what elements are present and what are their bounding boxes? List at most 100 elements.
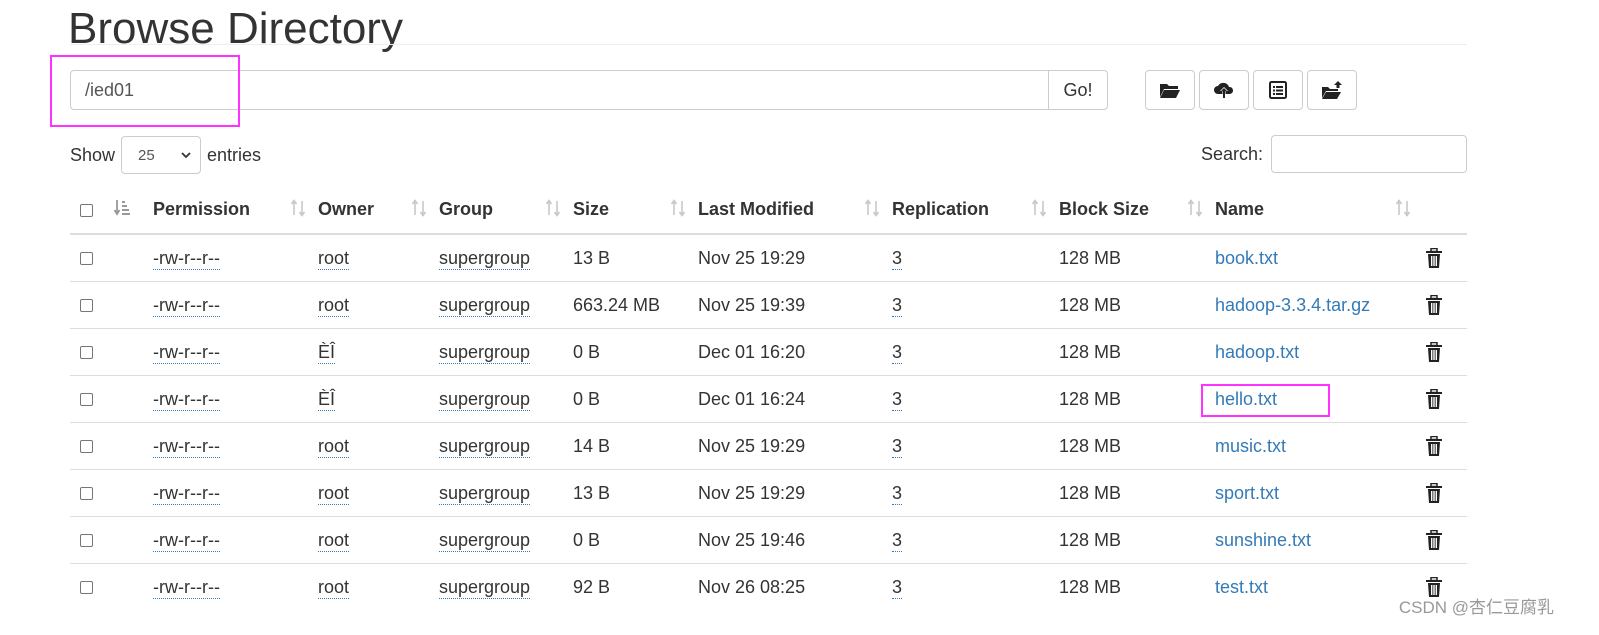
replication-value[interactable]: 3 [892, 388, 903, 411]
permission-value[interactable]: -rw-r--r-- [153, 247, 220, 270]
search-label: Search: [1200, 143, 1263, 164]
permission-value[interactable]: -rw-r--r-- [153, 529, 220, 552]
owner-value[interactable]: root [318, 482, 350, 505]
row-checkbox[interactable] [80, 346, 93, 360]
permission-value[interactable]: -rw-r--r-- [153, 576, 220, 599]
move-button[interactable] [1307, 70, 1357, 110]
file-name-link[interactable]: hadoop-3.3.4.tar.gz [1215, 295, 1370, 315]
header-permission[interactable]: Permission [153, 186, 318, 235]
select-all-checkbox[interactable] [80, 203, 93, 217]
group-value[interactable]: supergroup [439, 388, 531, 411]
permission-cell: -rw-r--r-- [153, 281, 318, 329]
permission-value[interactable]: -rw-r--r-- [153, 435, 220, 458]
replication-value[interactable]: 3 [892, 341, 903, 364]
replication-value[interactable]: 3 [892, 247, 903, 270]
replication-value[interactable]: 3 [892, 576, 903, 599]
header-name-label: Name [1215, 199, 1265, 219]
delete-button[interactable] [1423, 388, 1467, 410]
trash-icon [1426, 388, 1442, 409]
group-value[interactable]: supergroup [439, 482, 531, 505]
file-name-link[interactable]: sport.txt [1215, 483, 1279, 503]
entries-select[interactable]: 25 [121, 136, 202, 174]
owner-value[interactable]: root [318, 576, 350, 599]
header-owner[interactable]: Owner [318, 186, 439, 235]
table-row: -rw-r--r-- root supergroup 13 B Nov 25 19:29… [70, 469, 1467, 517]
header-last-modified-label: Last Modified [698, 199, 814, 219]
header-last-modified[interactable]: Last Modified [698, 186, 892, 235]
delete-button[interactable] [1423, 294, 1467, 316]
size-cell: 13 B [573, 469, 698, 517]
modified-cell: Dec 01 16:20 [698, 328, 892, 376]
group-value[interactable]: supergroup [439, 529, 531, 552]
row-checkbox[interactable] [80, 252, 93, 266]
group-value[interactable]: supergroup [439, 576, 531, 599]
permission-cell: -rw-r--r-- [153, 234, 318, 282]
row-select-cell [70, 422, 108, 470]
file-name-link[interactable]: hello.txt [1215, 389, 1277, 409]
watermark: CSDN @杏仁豆腐乳 [1398, 598, 1554, 617]
row-checkbox[interactable] [80, 299, 93, 313]
table-row: -rw-r--r-- ÈÎ supergroup 0 B Dec 01 16:20 3 12… [70, 328, 1467, 376]
row-checkbox[interactable] [80, 393, 93, 407]
replication-cell: 3 [892, 516, 1059, 564]
title-divider [70, 44, 1467, 45]
file-name-link[interactable]: test.txt [1215, 577, 1268, 597]
owner-value[interactable]: ÈÎ [318, 341, 336, 364]
permission-value[interactable]: -rw-r--r-- [153, 482, 220, 505]
group-value[interactable]: supergroup [439, 247, 531, 270]
group-value[interactable]: supergroup [439, 435, 531, 458]
owner-value[interactable]: ÈÎ [318, 388, 336, 411]
cut-paste-button[interactable] [1253, 70, 1303, 110]
owner-value[interactable]: root [318, 435, 350, 458]
owner-value[interactable]: root [318, 247, 350, 270]
delete-cell [1423, 516, 1467, 564]
sort-header[interactable] [108, 186, 153, 235]
header-replication[interactable]: Replication [892, 186, 1059, 235]
upload-button[interactable] [1199, 70, 1249, 110]
row-checkbox[interactable] [80, 487, 93, 501]
modified-cell: Nov 25 19:29 [698, 234, 892, 282]
header-group[interactable]: Group [439, 186, 573, 235]
go-button[interactable]: Go! [1048, 70, 1108, 110]
delete-button[interactable] [1423, 482, 1467, 504]
permission-cell: -rw-r--r-- [153, 375, 318, 423]
row-select-cell [70, 328, 108, 376]
delete-button[interactable] [1423, 247, 1467, 269]
replication-value[interactable]: 3 [892, 294, 903, 317]
header-block-size[interactable]: Block Size [1059, 186, 1215, 235]
replication-value[interactable]: 3 [892, 482, 903, 505]
owner-value[interactable]: root [318, 529, 350, 552]
permission-value[interactable]: -rw-r--r-- [153, 294, 220, 317]
replication-value[interactable]: 3 [892, 529, 903, 552]
create-directory-button[interactable] [1145, 70, 1195, 110]
header-name[interactable]: Name [1215, 186, 1423, 235]
name-cell: hadoop-3.3.4.tar.gz [1215, 281, 1423, 329]
permission-value[interactable]: -rw-r--r-- [153, 388, 220, 411]
file-name-link[interactable]: book.txt [1215, 248, 1278, 268]
file-name-link[interactable]: sunshine.txt [1215, 530, 1311, 550]
path-input[interactable] [70, 70, 1048, 110]
row-checkbox[interactable] [80, 440, 93, 454]
row-select-cell [70, 469, 108, 517]
group-cell: supergroup [439, 564, 573, 611]
file-name-link[interactable]: music.txt [1215, 436, 1286, 456]
row-checkbox[interactable] [80, 534, 93, 548]
owner-value[interactable]: root [318, 294, 350, 317]
sort-icon [864, 199, 880, 217]
name-cell: hello.txt [1215, 375, 1423, 423]
delete-button[interactable] [1423, 435, 1467, 457]
group-value[interactable]: supergroup [439, 341, 531, 364]
group-value[interactable]: supergroup [439, 294, 531, 317]
replication-cell: 3 [892, 281, 1059, 329]
header-size[interactable]: Size [573, 186, 698, 235]
search-input[interactable] [1271, 135, 1467, 173]
delete-button[interactable] [1423, 529, 1467, 551]
row-checkbox[interactable] [80, 581, 93, 595]
modified-cell: Nov 25 19:29 [698, 469, 892, 517]
file-name-link[interactable]: hadoop.txt [1215, 342, 1299, 362]
delete-button[interactable] [1423, 341, 1467, 363]
permission-value[interactable]: -rw-r--r-- [153, 341, 220, 364]
replication-value[interactable]: 3 [892, 435, 903, 458]
block-size-cell: 128 MB [1059, 281, 1215, 329]
modified-cell: Nov 25 19:46 [698, 516, 892, 564]
